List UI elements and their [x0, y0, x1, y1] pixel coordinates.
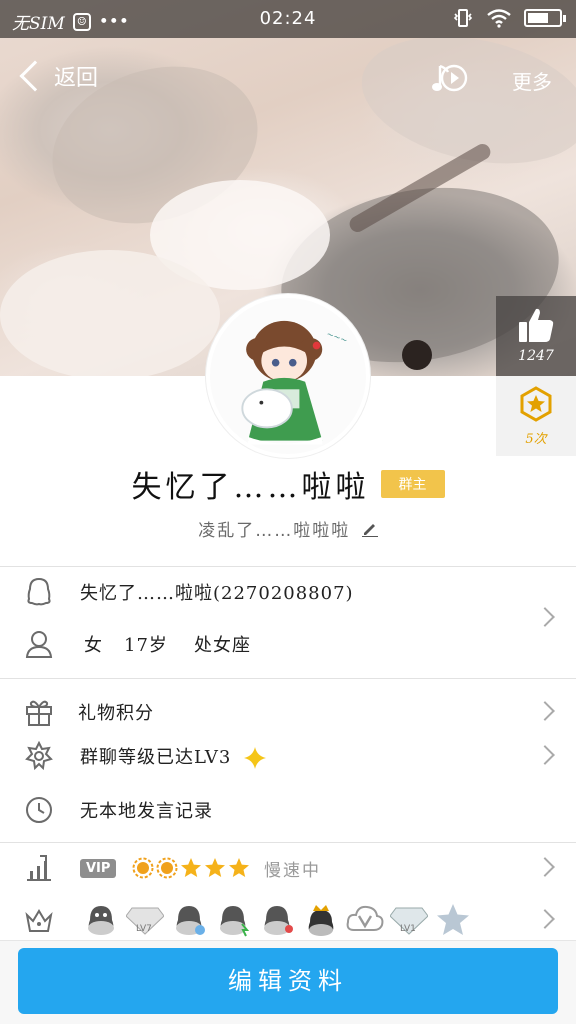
gift-icon [26, 700, 52, 726]
star-badge-icon [520, 386, 552, 422]
v-cloud-medal-icon [346, 905, 384, 931]
vip-badge: VIP [80, 858, 117, 878]
penguin-medal-icon [88, 906, 114, 935]
chevron-right-icon [535, 701, 555, 721]
vibrate-icon [453, 9, 473, 27]
signature-text: 凌乱了……啦啦啦 [198, 521, 351, 541]
level-up-chart-icon [27, 855, 51, 881]
sun-icon [156, 857, 178, 879]
star-icon [205, 858, 225, 877]
badge-button[interactable]: 5次 [496, 376, 576, 456]
group-level-text: 群聊等级已达LV3 [80, 747, 232, 768]
person-icon [25, 631, 53, 658]
sparkle-diamond-icon [244, 747, 267, 769]
avatar[interactable]: ~~~ [206, 294, 370, 458]
zodiac-text: 处女座 [194, 635, 251, 656]
group-level-row[interactable]: 群聊等级已达LV3 [0, 730, 576, 782]
diamond-lv7-medal-icon: LV7 [126, 907, 164, 935]
blue-star-medal-icon [437, 904, 469, 935]
nav-bar: 返回 更多 [0, 50, 576, 110]
thumbs-up-icon [519, 308, 554, 342]
battery-icon [524, 9, 566, 27]
star-icon [229, 858, 249, 877]
profile-name-row: 失忆了……啦啦 群主 [0, 462, 576, 506]
crown-penguin-medal-icon [308, 905, 334, 936]
edit-profile-button[interactable]: 编辑资料 [18, 948, 558, 1014]
wifi-icon [487, 9, 511, 28]
no-records-label: 无本地发言记录 [80, 801, 213, 822]
divider [0, 678, 576, 679]
medal-lv1-label: LV1 [400, 924, 416, 934]
chevron-right-icon [535, 745, 555, 765]
sun-icon [132, 857, 154, 879]
qq-info-row[interactable]: 失忆了……啦啦(2270208807) [0, 566, 576, 618]
penguin-medal-icon [264, 906, 293, 935]
penguin-medal-icon [220, 906, 250, 937]
group-level-label: 群聊等级已达LV3 [80, 743, 267, 769]
back-label: 返回 [54, 66, 99, 91]
medals-row[interactable]: LV7 LV1 [0, 894, 576, 946]
penguin-medal-icon [176, 906, 205, 935]
profile-name: 失忆了……啦啦 [131, 470, 370, 505]
more-button[interactable]: 更多 [512, 66, 552, 95]
medal-lv7-label: LV7 [136, 924, 152, 934]
qq-line: 失忆了……啦啦(2270208807) [80, 583, 354, 604]
speech-records-row: 无本地发言记录 [0, 784, 576, 836]
vip-level-icons [132, 857, 250, 879]
group-owner-badge: 群主 [380, 470, 445, 498]
vip-row[interactable]: VIP 慢速中 [0, 842, 576, 894]
crown-icon [25, 909, 53, 932]
flower-level-icon [25, 741, 53, 771]
like-count: 1247 [518, 348, 554, 364]
star-icon [181, 858, 201, 877]
like-button[interactable]: 1247 [496, 296, 576, 376]
status-bar: 无SIM ☺ ••• 02:24 [0, 0, 576, 38]
badge-times: 5次 [525, 432, 547, 447]
age-text: 17岁 [124, 635, 168, 656]
clock-icon [26, 797, 52, 823]
gender-text: 女 [84, 635, 103, 656]
pencil-icon[interactable] [361, 521, 378, 537]
signature-row[interactable]: 凌乱了……啦啦啦 [0, 516, 576, 541]
personal-info-row[interactable]: 女 17岁 处女座 [0, 618, 576, 670]
penguin-icon [27, 577, 51, 606]
back-button[interactable]: 返回 [14, 60, 98, 92]
speed-status: 慢速中 [264, 860, 321, 881]
gift-points-label: 礼物积分 [78, 703, 154, 724]
chevron-right-icon [535, 857, 555, 877]
diamond-lv1-medal-icon: LV1 [390, 907, 428, 935]
medal-list: LV7 LV1 [82, 902, 472, 938]
chevron-left-icon [19, 60, 51, 92]
chevron-right-icon [535, 909, 555, 929]
music-play-icon[interactable] [430, 58, 470, 98]
